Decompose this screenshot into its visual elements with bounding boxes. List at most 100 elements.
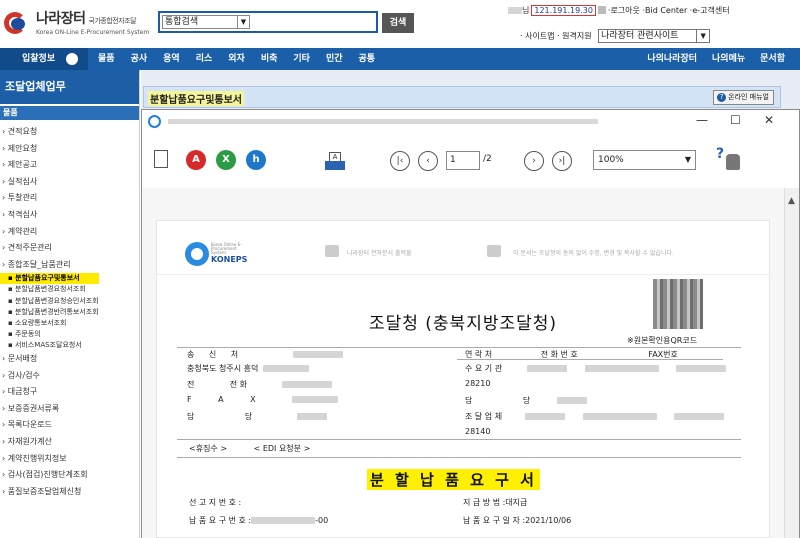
nav-item-service[interactable]: 용역 xyxy=(163,48,180,70)
sidebar-category[interactable]: 물품 xyxy=(0,106,139,120)
pdf-icon[interactable]: A xyxy=(186,150,206,170)
search-button[interactable]: 검색 xyxy=(382,13,414,33)
nav-item-common[interactable]: 공통 xyxy=(359,48,376,70)
top-links: 님 121.191.19.30 ·로그아웃 ·Bid Center ·e-고객센터 xyxy=(508,5,730,16)
sidebar-item[interactable]: › 실적심사 xyxy=(0,174,139,191)
sidebar-item[interactable]: › 견적주문관리 xyxy=(0,240,139,257)
sidebar-item[interactable]: › 적격심사 xyxy=(0,207,139,224)
koneps-text: KONEPS xyxy=(211,255,248,264)
related-sites-select[interactable]: 나라장터 관련사이트 ▼ xyxy=(598,29,711,43)
koneps-logo: Korea Online E-Procurement System KONEPS xyxy=(185,239,248,269)
sub-links: · 사이트맵 · 원격지원 나라장터 관련사이트 ▼ xyxy=(520,29,711,43)
document-canvas: Korea Online E-Procurement System KONEPS… xyxy=(142,188,784,538)
search-scope-value: 통합검색 xyxy=(165,17,199,27)
sidebar-item[interactable]: › 검사/검수 xyxy=(0,368,139,385)
maximize-button[interactable]: ☐ xyxy=(730,113,741,127)
page-title: 분할납품요구및통보서 xyxy=(148,91,244,106)
page-number-input[interactable]: 1 xyxy=(446,151,480,170)
online-manual-button[interactable]: 온라인 매뉴얼 xyxy=(713,90,774,105)
hwp-icon[interactable]: h xyxy=(246,150,266,170)
search-scope-select[interactable]: 통합검색 ▼ xyxy=(162,15,250,29)
sidebar-item[interactable]: › 제안요청 xyxy=(0,141,139,158)
next-page-button[interactable]: › xyxy=(524,151,544,171)
site-logo[interactable]: 나라장터 국가종합전자조달 Korea ON-Line E-Procurement… xyxy=(4,8,149,36)
receiver-phone-redacted xyxy=(585,365,660,372)
pie-icon xyxy=(66,53,78,65)
settings-icon[interactable] xyxy=(597,6,606,14)
receiver-fax-redacted xyxy=(675,365,726,372)
nav-my-narajangteo[interactable]: 나의나라장터 xyxy=(647,48,697,70)
nav-item-foreign[interactable]: 외자 xyxy=(228,48,245,70)
sidebar-item[interactable]: › 계약관리 xyxy=(0,224,139,241)
excel-icon[interactable]: X xyxy=(216,150,236,170)
nav-documents[interactable]: 문서함 xyxy=(760,48,785,70)
logout-link[interactable]: ·로그아웃 xyxy=(608,6,640,15)
sidebar-item[interactable]: › 보증증권서류록 xyxy=(0,401,139,418)
document-icon xyxy=(325,245,339,257)
save-document-icon[interactable] xyxy=(154,150,168,168)
logo-icon xyxy=(4,10,32,34)
sidebar-item[interactable]: › 제안공고 xyxy=(0,157,139,174)
close-button[interactable]: ✕ xyxy=(764,113,774,127)
nav-item-etc[interactable]: 기타 xyxy=(293,48,310,70)
monitor-icon xyxy=(487,245,501,257)
sidebar-subitem[interactable]: ▪ 소요량통보서조회 xyxy=(0,318,139,329)
remote-support-link[interactable]: · 원격지원 xyxy=(557,32,592,41)
viewer-toolbar: A X h A |‹ ‹ 1 /2 › ›| 100% ▼ ? xyxy=(142,134,799,188)
sidebar-subitem[interactable]: ▪ 분할납품변경반려통보서조회 xyxy=(0,307,139,318)
nav-item-stockpile[interactable]: 비축 xyxy=(261,48,278,70)
sidebar-subitem-active[interactable]: ▪ 분할납품요구및통보서 xyxy=(0,273,99,285)
sidebar-item[interactable]: › 품질보증조달업체신청 xyxy=(0,484,139,501)
sidebar-subitem[interactable]: ▪ 서비스MAS조달요청서 xyxy=(0,340,139,351)
sidebar: 조달업체업무 물품 › 견적요청 › 제안요청 › 제안공고 › 실적심사 › 투찰관리… xyxy=(0,70,140,538)
nav-item-construction[interactable]: 공사 xyxy=(131,48,148,70)
nav-item-private[interactable]: 민간 xyxy=(326,48,343,70)
minimize-button[interactable]: — xyxy=(696,113,708,127)
koneps-small-text: Korea Online E-Procurement System xyxy=(211,242,242,255)
receiver-code: 28210 xyxy=(465,379,491,388)
edi-request: < EDI 요청분 > xyxy=(253,444,311,453)
document-name: 분 할 납 품 요 구 서 xyxy=(367,469,540,490)
sitemap-link[interactable]: · 사이트맵 xyxy=(520,32,555,41)
print-icon[interactable]: A xyxy=(325,152,345,170)
sidebar-item[interactable]: › 견적요청 xyxy=(0,124,139,141)
document-page: Korea Online E-Procurement System KONEPS… xyxy=(156,220,770,538)
divider xyxy=(177,457,741,458)
sidebar-item[interactable]: › 대금청구 xyxy=(0,384,139,401)
last-page-button[interactable]: ›| xyxy=(552,151,572,171)
sidebar-item[interactable]: › 투찰관리 xyxy=(0,190,139,207)
bid-center-link[interactable]: ·Bid Center xyxy=(642,6,687,15)
sidebar-item[interactable]: › 종합조달_납품관리 xyxy=(0,257,139,274)
request-no-redacted xyxy=(251,517,316,524)
nav-bid-info-label: 입찰정보 xyxy=(22,54,56,64)
main-nav: 입찰정보 물품 공사 용역 리스 외자 비축 기타 민간 공통 나의나라장터 나… xyxy=(0,48,800,70)
notice-no-label: 선 고 지 번 호 : xyxy=(189,498,242,507)
prev-page-button[interactable]: ‹ xyxy=(418,151,438,171)
zoom-select[interactable]: 100% ▼ xyxy=(593,150,696,170)
nav-my-menu[interactable]: 나의메뉴 xyxy=(712,48,745,70)
sidebar-item[interactable]: › 자재원가계산 xyxy=(0,434,139,451)
nav-bid-info[interactable]: 입찰정보 xyxy=(0,48,88,70)
sidebar-item[interactable]: › 목록다운로드 xyxy=(0,417,139,434)
zoom-value: 100% xyxy=(598,155,624,165)
sidebar-subitem[interactable]: ▪ 주문동의 xyxy=(0,329,139,340)
logo-english: Korea ON-Line E-Procurement System xyxy=(36,29,150,36)
sidebar-item[interactable]: › 계약진행위치정보 xyxy=(0,451,139,468)
logo-title: 나라장터 xyxy=(36,11,86,27)
sidebar-subitem[interactable]: ▪ 분할납품변경요청서조회 xyxy=(0,284,139,295)
sidebar-item[interactable]: › 문서배정 xyxy=(0,351,139,368)
nav-item-lease[interactable]: 리스 xyxy=(196,48,213,70)
customer-center-link[interactable]: ·e-고객센터 xyxy=(690,6,730,15)
scroll-up-icon[interactable]: ▲ xyxy=(788,196,795,206)
search-input[interactable]: 통합검색 ▼ xyxy=(158,11,378,33)
sidebar-subitem[interactable]: ▪ 분할납품변경요청승인서조회 xyxy=(0,296,139,307)
vertical-scrollbar[interactable]: ▲ xyxy=(784,188,799,538)
nav-item-goods[interactable]: 물품 xyxy=(98,48,115,70)
receiver-label: 수 요 기 관 xyxy=(465,364,503,373)
help-icon[interactable]: ? xyxy=(716,146,742,172)
window-url-redacted xyxy=(168,119,598,124)
sidebar-item[interactable]: › 검사(점검)진행단계조회 xyxy=(0,467,139,484)
first-page-button[interactable]: |‹ xyxy=(390,151,410,171)
strip-note-2: 이 문서는 조달청의 동의 없이 수정, 변경 및 복사할 수 없습니다. xyxy=(513,250,674,257)
related-sites-value: 나라장터 관련사이트 xyxy=(601,31,679,41)
